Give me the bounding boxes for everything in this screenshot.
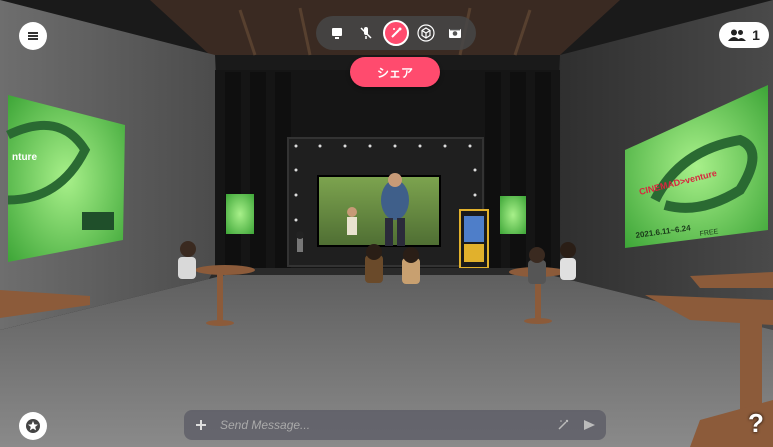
camera-icon [449, 29, 462, 38]
mic-muted-icon [360, 27, 372, 39]
wand-icon[interactable] [556, 418, 570, 432]
send-icon[interactable] [582, 418, 596, 432]
share-button[interactable]: シェア [350, 57, 440, 87]
favorite-button[interactable] [19, 412, 47, 440]
users-count-button[interactable]: 1 [719, 22, 769, 48]
emote-button[interactable] [382, 20, 409, 46]
help-button[interactable]: ? [748, 408, 770, 440]
hamburger-icon [28, 32, 38, 40]
screen-icon [331, 28, 342, 39]
menu-button[interactable] [19, 22, 47, 50]
emote-wand-icon [391, 27, 402, 38]
chat-input[interactable] [218, 417, 556, 433]
chat-bar [184, 410, 606, 440]
object-button[interactable] [413, 20, 439, 46]
camera-button[interactable] [442, 20, 468, 46]
left-banner-text: nture [12, 152, 37, 163]
users-count: 1 [752, 27, 760, 43]
top-toolbar [316, 16, 476, 50]
mic-toggle-button[interactable] [353, 20, 379, 46]
star-icon [26, 419, 40, 433]
users-icon [728, 29, 747, 41]
cube-icon [416, 24, 435, 42]
screen-share-button[interactable] [324, 20, 350, 46]
plus-icon[interactable] [194, 418, 208, 432]
